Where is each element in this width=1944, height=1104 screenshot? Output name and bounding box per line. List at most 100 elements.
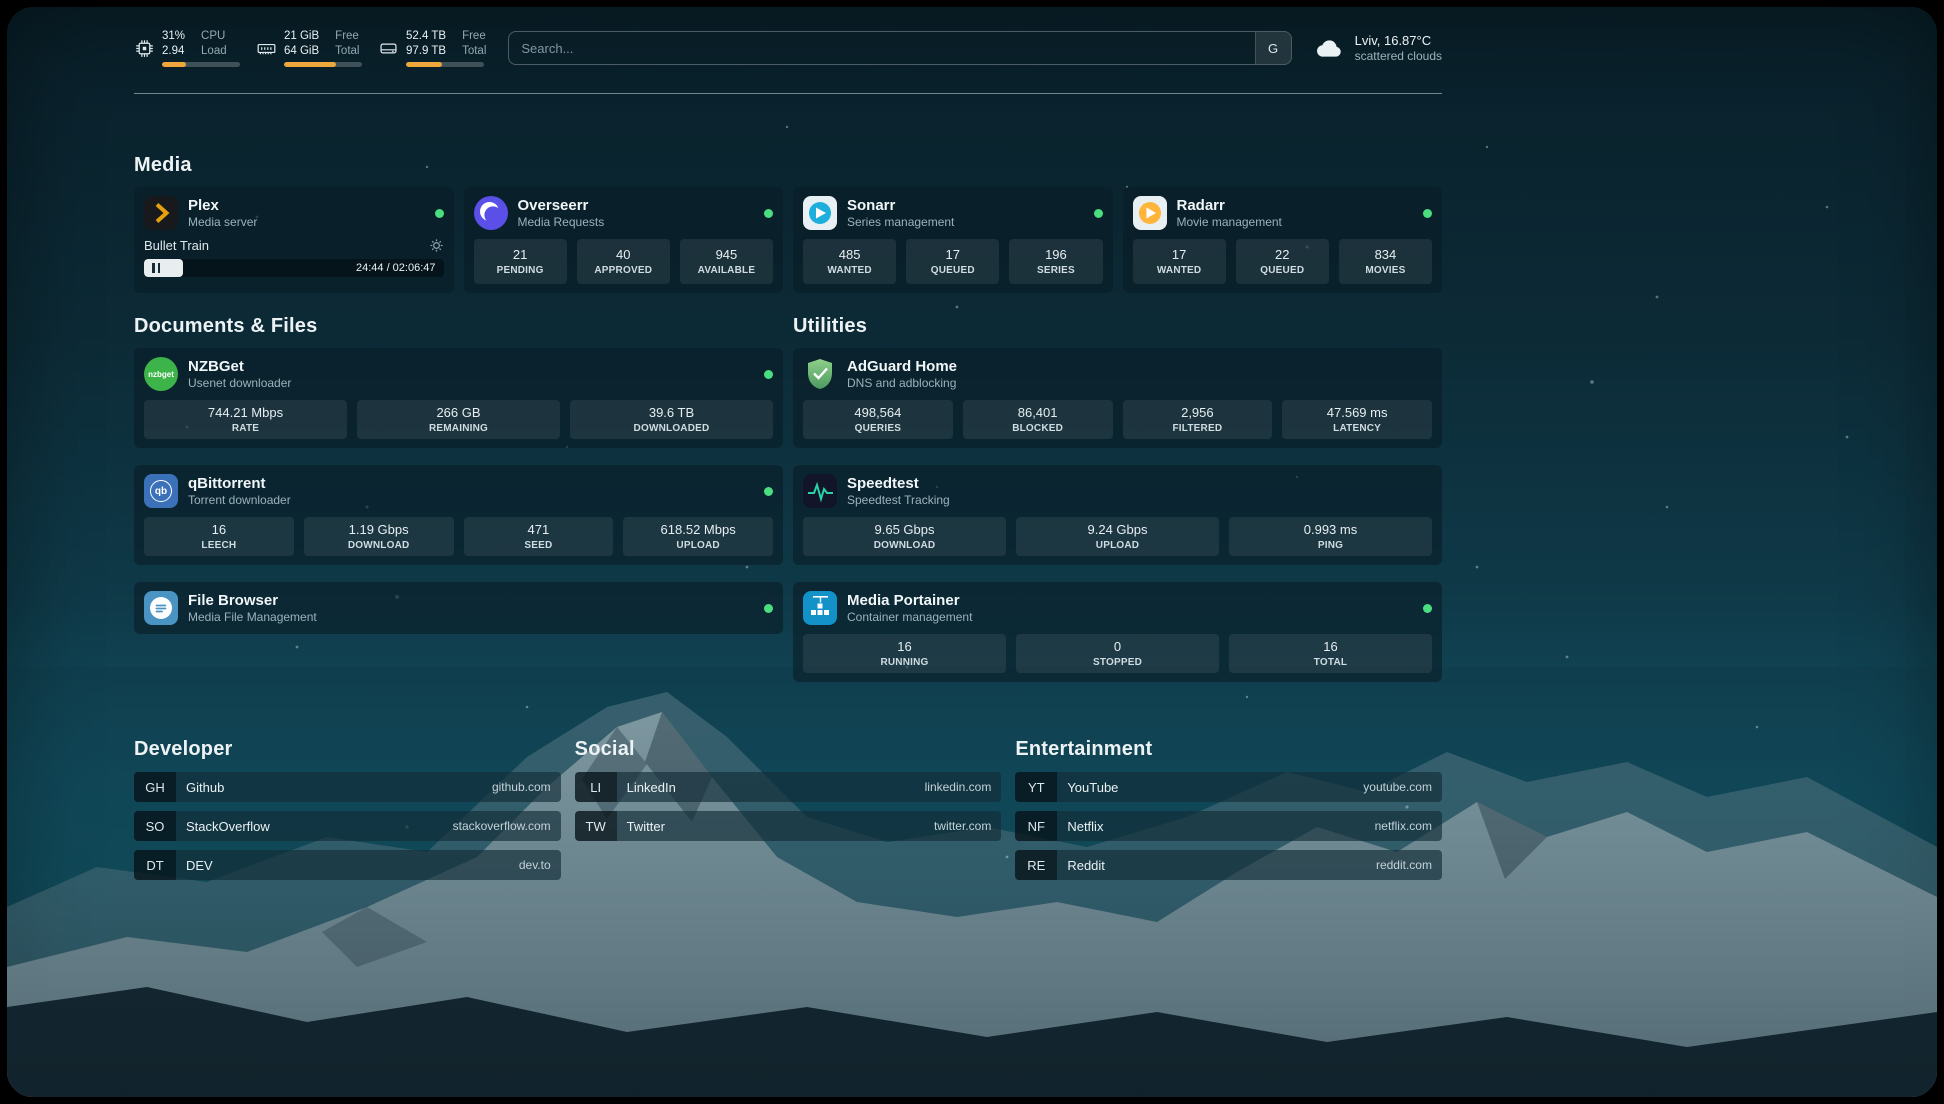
memory-free-value: 21 GiB: [284, 29, 319, 44]
section-utilities: Utilities: [793, 315, 1442, 682]
service-description: Series management: [847, 215, 954, 230]
card-qbittorrent[interactable]: qb qBittorrent Torrent downloader 16: [134, 465, 783, 565]
search-provider-button[interactable]: G: [1255, 32, 1291, 64]
stat-leech: 16 LEECH: [144, 517, 294, 556]
stat-value: 22: [1238, 247, 1327, 263]
service-description: Media Requests: [518, 215, 605, 230]
stat-value: 47.569 ms: [1284, 405, 1430, 421]
stat-value: 9.65 Gbps: [805, 522, 1004, 538]
speedtest-icon: [803, 474, 837, 508]
social-section-title: Social: [575, 738, 1002, 761]
stat-label: REMAINING: [359, 423, 558, 434]
service-name: Plex: [188, 197, 257, 215]
bookmark-youtube[interactable]: YT YouTube youtube.com: [1015, 772, 1442, 802]
stat-label: WANTED: [1135, 265, 1224, 276]
memory-widget: 21 GiB 64 GiB Free Total: [256, 29, 362, 67]
stat-label: PING: [1231, 540, 1430, 551]
stat-value: 2,956: [1125, 405, 1271, 421]
search-input[interactable]: [509, 41, 1254, 56]
bookmark-name: Github: [186, 780, 224, 795]
card-portainer[interactable]: Media Portainer Container management 16 …: [793, 582, 1442, 682]
dashboard: 31% 2.94 CPU Load: [7, 7, 1937, 1097]
bookmark-github[interactable]: GH Github github.com: [134, 772, 561, 802]
cloud-icon: [1314, 32, 1346, 64]
bookmark-domain: linkedin.com: [925, 780, 992, 794]
pause-icon[interactable]: [152, 263, 160, 273]
stat-value: 266 GB: [359, 405, 558, 421]
card-nzbget[interactable]: nzbget NZBGet Usenet downloader 744.21 M…: [134, 348, 783, 448]
cpu-widget: 31% 2.94 CPU Load: [134, 29, 240, 67]
service-name: AdGuard Home: [847, 358, 957, 376]
resource-widgets: 31% 2.94 CPU Load: [134, 29, 486, 67]
status-dot: [764, 487, 773, 496]
card-overseerr[interactable]: Overseerr Media Requests 21 PENDING 40 A…: [464, 187, 784, 293]
weather-widget: Lviv, 16.87°C scattered clouds: [1314, 32, 1442, 64]
service-description: Media File Management: [188, 610, 317, 625]
stat-remaining: 266 GB REMAINING: [357, 400, 560, 439]
weather-location-temp: Lviv, 16.87°C: [1355, 33, 1442, 49]
card-speedtest[interactable]: Speedtest Speedtest Tracking 9.65 Gbps D…: [793, 465, 1442, 565]
cpu-icon: [134, 38, 155, 59]
stat-label: QUERIES: [805, 423, 951, 434]
bookmark-group-developer: Developer GH Github github.com SO StackO…: [134, 738, 561, 880]
bookmark-twitter[interactable]: TW Twitter twitter.com: [575, 811, 1002, 841]
disk-icon: [378, 38, 399, 59]
memory-total-value: 64 GiB: [284, 44, 319, 59]
bookmark-linkedin[interactable]: LI LinkedIn linkedin.com: [575, 772, 1002, 802]
card-adguard[interactable]: AdGuard Home DNS and adblocking 498,564 …: [793, 348, 1442, 448]
stat-label: AVAILABLE: [682, 265, 771, 276]
memory-total-label: Total: [335, 44, 359, 59]
stat-value: 17: [1135, 247, 1224, 263]
adguard-icon: [803, 357, 837, 391]
status-dot: [764, 604, 773, 613]
disk-widget: 52.4 TB 97.9 TB Free Total: [378, 29, 486, 67]
bookmark-stackoverflow[interactable]: SO StackOverflow stackoverflow.com: [134, 811, 561, 841]
service-name: Sonarr: [847, 197, 954, 215]
stat-label: RATE: [146, 423, 345, 434]
memory-icon: [256, 38, 277, 59]
service-name: Radarr: [1177, 197, 1282, 215]
stat-label: FILTERED: [1125, 423, 1271, 434]
bookmark-domain: dev.to: [519, 858, 551, 872]
bookmark-netflix[interactable]: NF Netflix netflix.com: [1015, 811, 1442, 841]
stat-value: 1.19 Gbps: [306, 522, 452, 538]
card-radarr[interactable]: Radarr Movie management 17 WANTED 22 QUE…: [1123, 187, 1443, 293]
bookmark-abbr: NF: [1015, 811, 1057, 841]
stat-value: 485: [805, 247, 894, 263]
bookmark-abbr: LI: [575, 772, 617, 802]
stat-value: 40: [579, 247, 668, 263]
progress-fill: [162, 62, 186, 67]
stat-rate: 744.21 Mbps RATE: [144, 400, 347, 439]
service-name: qBittorrent: [188, 475, 291, 493]
service-description: DNS and adblocking: [847, 376, 957, 391]
service-description: Usenet downloader: [188, 376, 291, 391]
bookmark-domain: netflix.com: [1375, 819, 1432, 833]
service-description: Speedtest Tracking: [847, 493, 950, 508]
documents-section-title: Documents & Files: [134, 315, 783, 338]
disk-free-label: Free: [462, 29, 486, 44]
stat-label: RUNNING: [805, 657, 1004, 668]
status-dot: [1423, 604, 1432, 613]
stat-value: 16: [1231, 639, 1430, 655]
service-description: Container management: [847, 610, 972, 625]
service-name: NZBGet: [188, 358, 291, 376]
bookmark-abbr: DT: [134, 850, 176, 880]
bookmark-domain: github.com: [492, 780, 551, 794]
player-progress-bar[interactable]: 24:44 / 02:06:47: [144, 259, 444, 277]
disk-free-value: 52.4 TB: [406, 29, 446, 44]
memory-free-label: Free: [335, 29, 359, 44]
stat-label: SERIES: [1011, 265, 1100, 276]
status-dot: [764, 370, 773, 379]
gear-icon[interactable]: [429, 238, 444, 253]
card-sonarr[interactable]: Sonarr Series management 485 WANTED 17 Q…: [793, 187, 1113, 293]
stat-queued: 22 QUEUED: [1236, 239, 1329, 284]
card-filebrowser[interactable]: File Browser Media File Management: [134, 582, 783, 634]
bookmark-reddit[interactable]: RE Reddit reddit.com: [1015, 850, 1442, 880]
stat-wanted: 17 WANTED: [1133, 239, 1226, 284]
service-description: Media server: [188, 215, 257, 230]
bookmark-dev[interactable]: DT DEV dev.to: [134, 850, 561, 880]
stat-movies: 834 MOVIES: [1339, 239, 1432, 284]
card-plex[interactable]: Plex Media server Bullet Train: [134, 187, 454, 293]
progress-fill: [406, 62, 442, 67]
service-name: Speedtest: [847, 475, 950, 493]
